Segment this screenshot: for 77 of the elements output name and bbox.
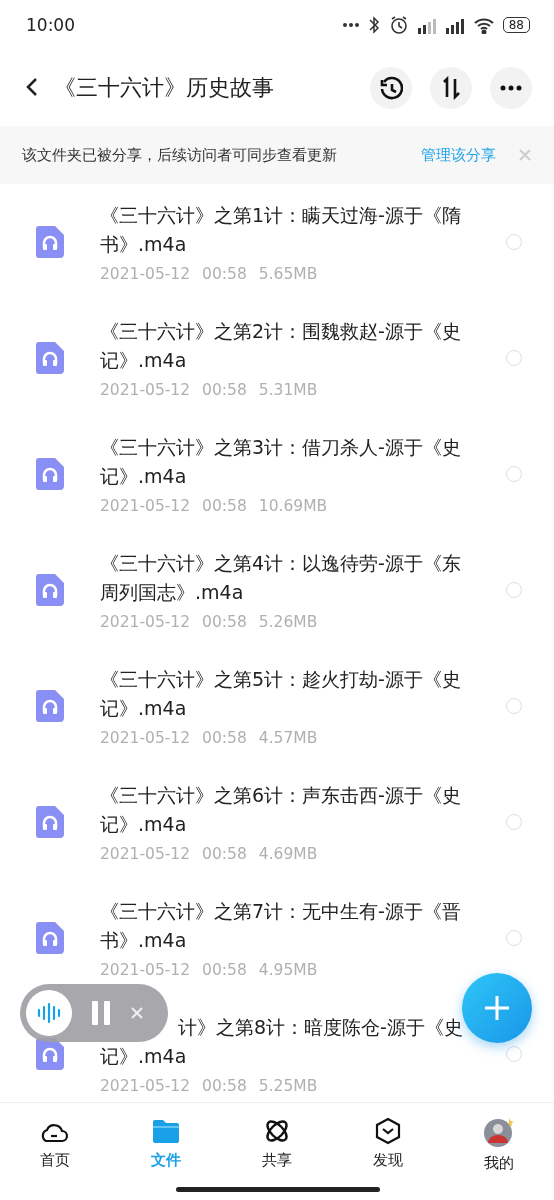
file-name: 《三十六计》之第2计：围魏救赵-源于《史记》.m4a — [100, 319, 462, 373]
file-time: 00:58 — [202, 729, 247, 747]
file-size: 5.26MB — [258, 613, 318, 631]
file-date: 2021-05-12 — [100, 845, 191, 863]
file-row[interactable]: 《三十六计》之第1计：瞒天过海-源于《隋书》.m4a 2021-05-12 00:58 5.65MB — [0, 184, 554, 300]
file-size: 5.65MB — [258, 265, 318, 283]
more-button[interactable] — [490, 67, 532, 109]
audio-file-icon — [36, 574, 64, 606]
file-time: 00:58 — [202, 1077, 247, 1095]
file-name: 《三十六计》之第3计：借刀杀人-源于《史记》.m4a — [100, 435, 462, 489]
wifi-icon — [472, 16, 495, 34]
file-size: 5.31MB — [258, 381, 318, 399]
file-row[interactable]: 《三十六计》之第7计：无中生有-源于《晋书》.m4a 2021-05-12 00:58 4.95MB — [0, 880, 554, 996]
avatar-icon — [483, 1117, 515, 1148]
file-row[interactable]: 《三十六计》之第2计：围魏救赵-源于《史记》.m4a 2021-05-12 00:58 5.31MB — [0, 300, 554, 416]
waveform-icon — [37, 1001, 61, 1025]
history-icon — [379, 76, 403, 100]
file-row[interactable]: 《三十六计》之第4计：以逸待劳-源于《东周列国志》.m4a 2021-05-12 00:58 5.26MB — [0, 532, 554, 648]
audio-file-icon — [36, 458, 64, 490]
file-date: 2021-05-12 — [100, 961, 191, 979]
alarm-icon — [388, 15, 409, 35]
file-date: 2021-05-12 — [100, 1077, 191, 1095]
file-time: 00:58 — [202, 613, 247, 631]
file-name: 《三十六计》之第7计：无中生有-源于《晋书》.m4a — [100, 899, 462, 953]
plus-icon — [483, 994, 511, 1022]
file-time: 00:58 — [202, 845, 247, 863]
file-row[interactable]: 《三十六计》之第3计：借刀杀人-源于《史记》.m4a 2021-05-12 00:58 10.69MB — [0, 416, 554, 532]
nav-tab[interactable]: 发现 — [347, 1117, 428, 1200]
file-size: 4.69MB — [258, 845, 318, 863]
file-date: 2021-05-12 — [100, 613, 191, 631]
sort-button[interactable] — [430, 67, 472, 109]
file-name: 《三十六计》之第5计：趁火打劫-源于《史记》.m4a — [100, 667, 462, 721]
file-time: 00:58 — [202, 497, 247, 515]
file-size: 4.95MB — [258, 961, 318, 979]
close-icon — [130, 1006, 144, 1020]
nav-tab[interactable]: 首页 — [15, 1117, 96, 1200]
hexagon-icon — [373, 1117, 402, 1145]
file-name: 计》之第8计：暗度陈仓-源于《史记》.m4a — [100, 1015, 464, 1069]
file-date: 2021-05-12 — [100, 729, 191, 747]
history-button[interactable] — [370, 67, 412, 109]
file-name: 《三十六计》之第4计：以逸待劳-源于《东周列国志》.m4a — [100, 551, 462, 605]
file-time: 00:58 — [202, 381, 247, 399]
audio-file-icon — [36, 922, 64, 954]
pause-icon — [92, 1001, 110, 1025]
file-row[interactable]: 《三十六计》之第5计：趁火打劫-源于《史记》.m4a 2021-05-12 00:58 4.57MB — [0, 648, 554, 764]
nav-tab[interactable]: 共享 — [237, 1117, 317, 1200]
file-size: 5.25MB — [258, 1077, 318, 1095]
bluetooth-icon — [366, 15, 381, 35]
close-icon — [518, 148, 532, 162]
file-row[interactable]: 《三十六计》之第6计：声东击西-源于《史记》.m4a 2021-05-12 00:58 4.69MB — [0, 764, 554, 880]
file-name: 《三十六计》之第1计：瞒天过海-源于《隋书》.m4a — [100, 203, 462, 257]
folder-icon — [151, 1117, 182, 1145]
file-size: 10.69MB — [258, 497, 328, 515]
file-date: 2021-05-12 — [100, 497, 191, 515]
file-name: 《三十六计》之第6计：声东击西-源于《史记》.m4a — [100, 783, 462, 837]
signal-icon — [444, 16, 465, 34]
add-button[interactable] — [462, 973, 532, 1043]
audio-file-icon — [36, 342, 64, 374]
file-time: 00:58 — [202, 265, 247, 283]
file-date: 2021-05-12 — [100, 265, 191, 283]
page-title: 《三十六计》历史故事 — [54, 74, 275, 102]
more-icon — [500, 85, 522, 91]
battery-level: 88 — [502, 17, 530, 33]
mini-player[interactable] — [20, 984, 168, 1042]
dots-icon — [342, 23, 359, 27]
back-icon — [24, 75, 40, 98]
status-time: 10:00 — [26, 15, 75, 35]
file-date: 2021-05-12 — [100, 381, 191, 399]
nav-tab[interactable]: 我的 — [458, 1117, 539, 1200]
orbit-icon — [263, 1117, 291, 1145]
file-size: 4.57MB — [258, 729, 318, 747]
audio-file-icon — [36, 690, 64, 722]
audio-file-icon — [36, 806, 64, 838]
audio-file-icon — [36, 226, 64, 258]
share-notice: 该文件夹已被分享，后续访问者可同步查看更新 — [22, 145, 338, 165]
signal-icon — [416, 16, 437, 34]
file-time: 00:58 — [202, 961, 247, 979]
